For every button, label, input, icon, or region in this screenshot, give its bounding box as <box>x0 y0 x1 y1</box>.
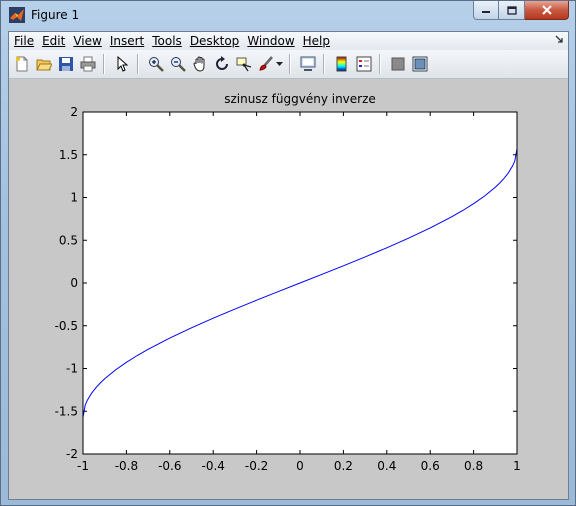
x-tick-label: 0.8 <box>464 459 483 473</box>
edit-plot-arrow-icon <box>117 56 129 72</box>
new-figure-icon <box>16 56 28 72</box>
figure-client-area: File Edit View Insert Tools Desktop Wind… <box>8 31 569 500</box>
colorbar-button[interactable] <box>333 55 351 73</box>
y-tick-label: 0 <box>70 276 78 290</box>
menu-tools-label: Tools <box>152 34 182 48</box>
zoom-out-icon <box>171 57 186 72</box>
toolbar-separator <box>323 54 325 74</box>
x-tick-label: -1 <box>77 459 89 473</box>
x-tick-label: 1 <box>513 459 521 473</box>
show-plot-tools-button[interactable] <box>411 55 429 73</box>
axes-chart[interactable]: szinusz függvény inverze -1 -0.8 -0.6 -0.4 -… <box>9 79 568 499</box>
y-tick-label: -0.5 <box>55 319 78 333</box>
window-title: Figure 1 <box>31 8 80 22</box>
open-file-button[interactable] <box>35 55 53 73</box>
rotate-3d-icon <box>216 56 228 70</box>
new-figure-button[interactable] <box>13 55 31 73</box>
zoom-in-icon <box>149 57 164 72</box>
y-tick-label: -1.5 <box>55 404 78 418</box>
save-icon <box>59 57 73 71</box>
menu-file-label: File <box>14 34 35 48</box>
menu-desktop[interactable]: Desktop <box>187 33 243 49</box>
matlab-icon <box>9 7 25 23</box>
pan-button[interactable] <box>191 55 209 73</box>
x-tick-label: 0.2 <box>334 459 353 473</box>
print-button[interactable] <box>79 55 97 73</box>
window-controls <box>473 1 569 21</box>
menu-desktop-label: Desktop <box>189 34 240 48</box>
menu-insert-label: Insert <box>109 34 145 48</box>
zoom-out-button[interactable] <box>169 55 187 73</box>
menu-edit-label: Edit <box>42 34 66 48</box>
save-button[interactable] <box>57 55 75 73</box>
rotate-3d-button[interactable] <box>213 55 231 73</box>
dock-arrow-icon[interactable] <box>554 34 564 44</box>
hide-plot-tools-button[interactable] <box>389 55 407 73</box>
menu-help-label: Help <box>302 34 330 48</box>
y-tick-label: -2 <box>66 447 78 461</box>
x-tick-label: -0.8 <box>115 459 138 473</box>
print-icon <box>80 56 96 72</box>
menu-edit[interactable]: Edit <box>39 33 68 49</box>
show-plot-tools-icon <box>412 56 428 72</box>
x-tick-label: 0.4 <box>377 459 396 473</box>
legend-button[interactable] <box>355 55 373 73</box>
y-tick-label: -1 <box>66 362 78 376</box>
title-bar[interactable]: Figure 1 <box>1 1 575 31</box>
data-cursor-button[interactable] <box>235 55 253 73</box>
minimize-icon <box>482 11 490 13</box>
menu-bar: File Edit View Insert Tools Desktop Wind… <box>9 32 568 50</box>
y-tick-label: 1.5 <box>59 148 78 162</box>
x-tick-label: 0 <box>296 459 304 473</box>
hide-plot-tools-icon <box>391 57 405 71</box>
colorbar-icon <box>336 56 347 72</box>
figure-window: Figure 1 File Edit View Insert Tools Des… <box>0 0 576 506</box>
edit-plot-button[interactable] <box>113 55 131 73</box>
menu-window-label: Window <box>247 34 295 48</box>
x-tick-label: 0.6 <box>421 459 440 473</box>
brush-dropdown-icon <box>275 61 283 66</box>
y-tick-label: 1 <box>70 191 78 205</box>
toolbar-separator <box>137 54 139 74</box>
data-cursor-icon <box>236 57 252 72</box>
x-tick-label: -0.6 <box>158 459 181 473</box>
x-tick-label: -0.4 <box>201 459 224 473</box>
menu-view-label: View <box>73 34 102 48</box>
chart-title: szinusz függvény inverze <box>224 92 376 106</box>
menu-file[interactable]: File <box>11 33 37 49</box>
open-file-icon <box>36 59 52 71</box>
link-plot-icon <box>300 56 316 71</box>
menu-view[interactable]: View <box>70 33 104 49</box>
x-tick-label: -0.2 <box>245 459 268 473</box>
menu-tools[interactable]: Tools <box>149 33 185 49</box>
figure-toolbar <box>9 50 568 79</box>
brush-dropdown-button[interactable] <box>275 55 283 73</box>
brush-icon <box>259 56 273 71</box>
menu-insert[interactable]: Insert <box>107 33 147 49</box>
legend-icon <box>356 56 372 72</box>
menu-help[interactable]: Help <box>300 33 333 49</box>
link-plot-button[interactable] <box>299 55 317 73</box>
maximize-icon <box>506 5 517 15</box>
y-tick-label: 0.5 <box>59 233 78 247</box>
pan-hand-icon <box>193 56 205 72</box>
toolbar-separator <box>379 54 381 74</box>
y-tick-label: 2 <box>70 105 78 119</box>
close-button[interactable] <box>525 1 569 20</box>
menu-window[interactable]: Window <box>244 33 297 49</box>
maximize-button[interactable] <box>499 1 525 20</box>
plot-area: szinusz függvény inverze -1 -0.8 -0.6 -0.4 -… <box>9 79 568 499</box>
toolbar-separator <box>289 54 291 74</box>
toolbar-separator <box>103 54 105 74</box>
zoom-in-button[interactable] <box>147 55 165 73</box>
minimize-button[interactable] <box>473 1 499 20</box>
close-icon <box>541 5 552 15</box>
brush-button[interactable] <box>257 55 275 73</box>
